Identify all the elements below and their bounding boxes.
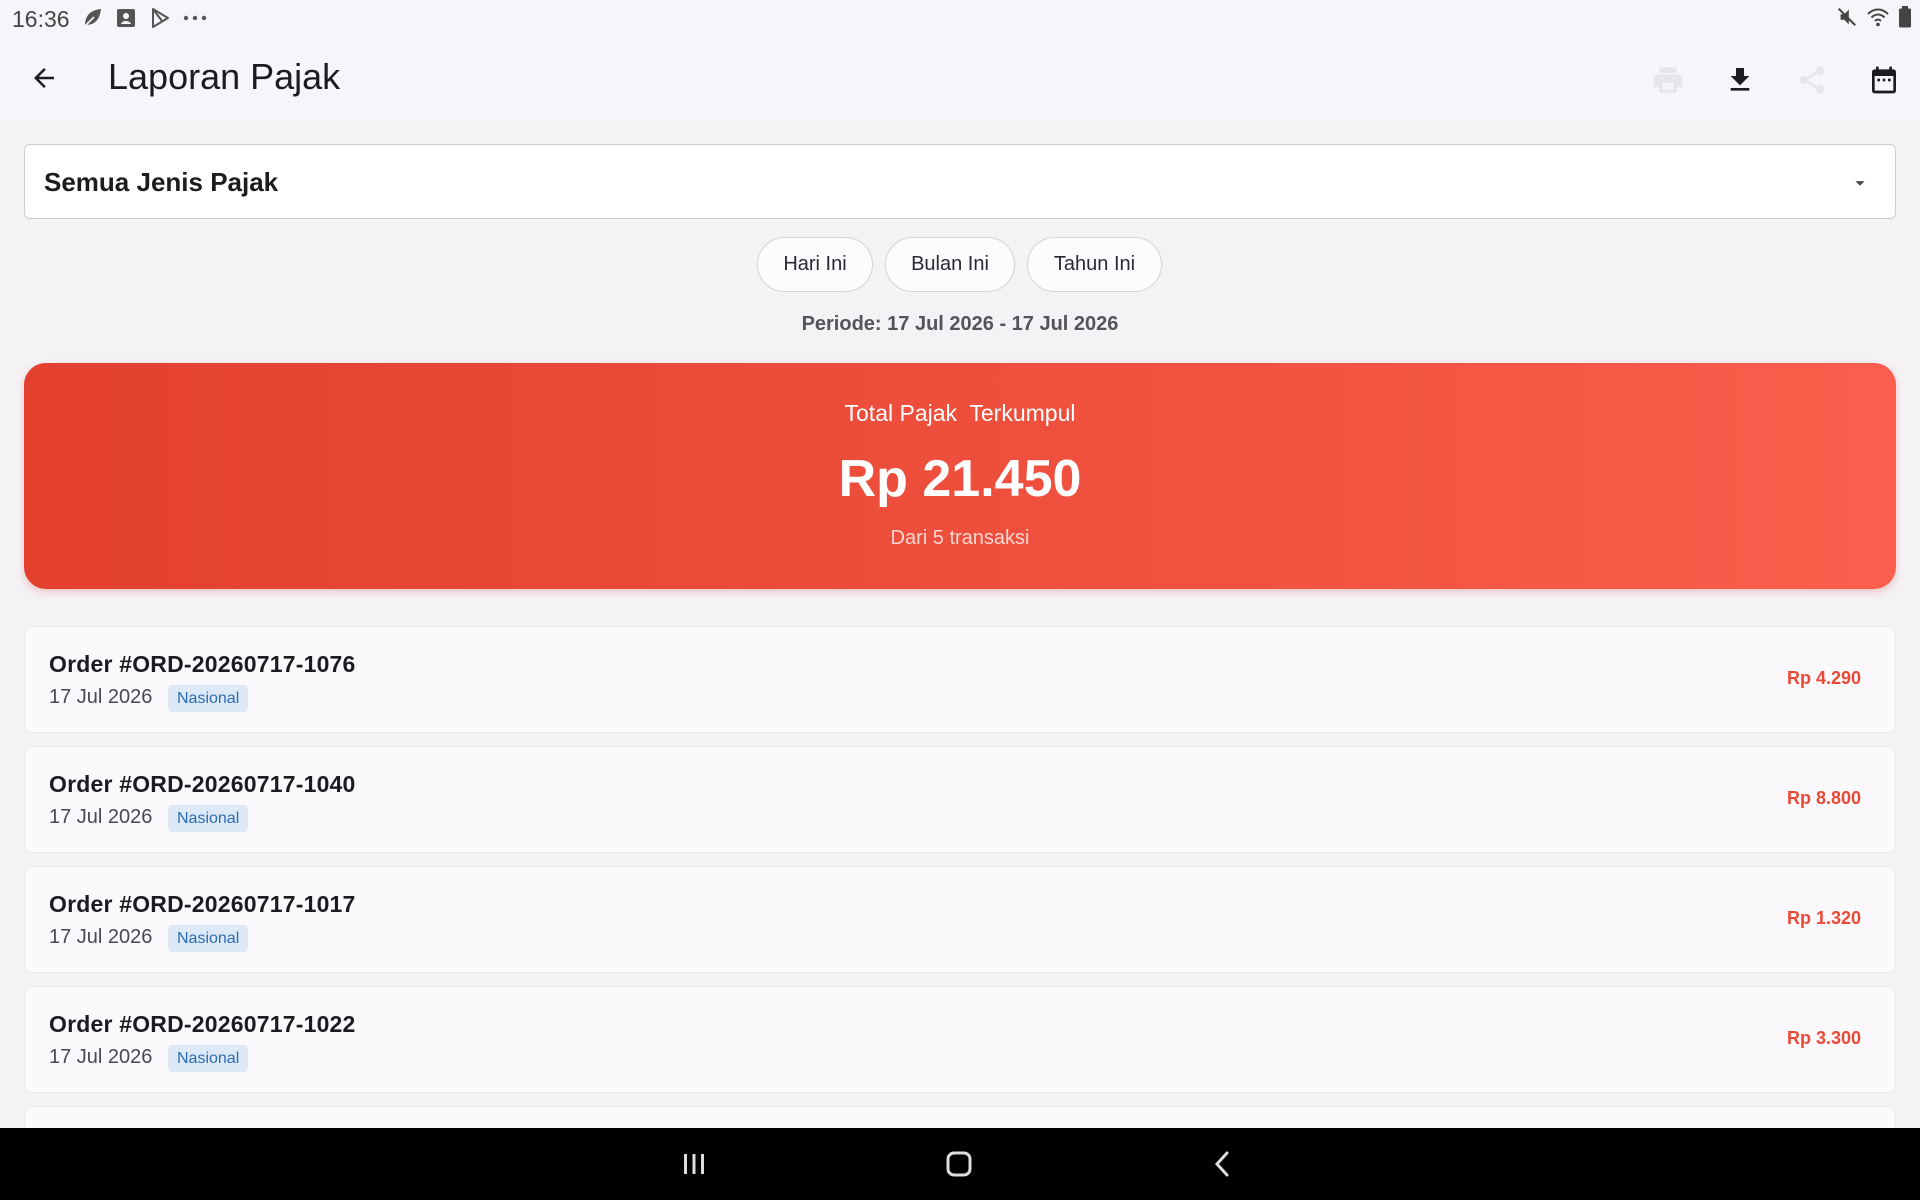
list-item[interactable]: Order #ORD-20260717-1040 17 Jul 2026 Nas…: [24, 746, 1896, 853]
back-nav-button[interactable]: [1202, 1146, 1242, 1182]
tax-type-badge: Nasional: [168, 805, 249, 832]
print-icon: [1653, 67, 1683, 93]
arrow-left-icon: [34, 68, 54, 88]
download-icon: [1730, 68, 1750, 91]
order-title: Order #ORD-20260717-1076: [49, 651, 356, 677]
chip-hari-ini[interactable]: Hari Ini: [757, 237, 873, 292]
image-notification-icon: [114, 6, 138, 35]
home-icon: [946, 1151, 972, 1177]
list-item[interactable]: Order #ORD-20260717-1022 17 Jul 2026 Nas…: [24, 986, 1896, 1093]
system-nav-bar: [0, 1128, 1920, 1200]
order-tax-amount: Rp 4.290: [1786, 668, 1861, 688]
tax-type-dropdown[interactable]: Semua Jenis Pajak: [24, 144, 1896, 219]
chip-tahun-ini[interactable]: Tahun Ini: [1027, 237, 1162, 292]
summary-transaction-count: Dari 5 transaksi: [890, 527, 1030, 549]
print-button[interactable]: [1646, 58, 1690, 102]
calendar-button[interactable]: [1862, 58, 1906, 102]
page-title: Laporan Pajak: [108, 56, 341, 97]
status-right-icons: [1836, 6, 1912, 33]
order-date: 17 Jul 2026: [49, 806, 153, 828]
order-date: 17 Jul 2026: [49, 1046, 153, 1068]
back-button[interactable]: [22, 56, 66, 100]
status-left-icons: [80, 6, 208, 35]
order-title: Order #ORD-20260717-1022: [49, 1011, 356, 1037]
tax-type-badge: Nasional: [168, 925, 249, 952]
order-title: Order #ORD-20260717-1040: [49, 771, 356, 797]
status-bar: 16:36: [0, 0, 1920, 38]
calendar-icon: [1872, 66, 1896, 94]
summary-label: Total Pajak Terkumpul: [844, 400, 1076, 426]
more-dots-icon: [182, 6, 208, 35]
mute-icon: [1836, 6, 1858, 33]
order-title: Order #ORD-20260717-1017: [49, 891, 356, 917]
battery-icon: [1898, 6, 1912, 33]
tax-type-badge: Nasional: [168, 1045, 249, 1072]
leaf-icon: [80, 6, 104, 35]
recents-button[interactable]: [674, 1146, 714, 1182]
summary-amount: Rp 21.450: [838, 450, 1082, 508]
order-tax-amount: Rp 8.800: [1786, 788, 1861, 808]
chevron-down-icon: [1849, 172, 1871, 199]
status-time: 16:36: [12, 6, 70, 32]
play-store-icon: [148, 6, 172, 35]
period-chips: Hari Ini Bulan Ini Tahun Ini: [0, 237, 1920, 293]
wifi-icon: [1866, 6, 1890, 33]
list-item[interactable]: Order #ORD-20260717-1017 17 Jul 2026 Nas…: [24, 866, 1896, 973]
order-tax-amount: Rp 3.300: [1786, 1028, 1861, 1048]
order-tax-amount: Rp 1.320: [1786, 908, 1861, 928]
share-icon: [1800, 66, 1824, 94]
order-date: 17 Jul 2026: [49, 926, 153, 948]
chip-bulan-ini[interactable]: Bulan Ini: [885, 237, 1015, 292]
download-button[interactable]: [1718, 58, 1762, 102]
app-bar: Laporan Pajak: [0, 38, 1920, 120]
list-item[interactable]: Order #ORD-20260717-1076 17 Jul 2026 Nas…: [24, 626, 1896, 733]
recents-icon: [684, 1154, 704, 1174]
period-label: Periode: 17 Jul 2026 - 17 Jul 2026: [801, 313, 1119, 335]
home-button[interactable]: [939, 1146, 979, 1182]
tax-type-badge: Nasional: [168, 685, 249, 712]
order-date: 17 Jul 2026: [49, 686, 153, 708]
tax-summary-card: Total Pajak Terkumpul Rp 21.450 Dari 5 t…: [24, 363, 1896, 589]
tax-type-selected: Semua Jenis Pajak: [44, 167, 279, 197]
share-button[interactable]: [1790, 58, 1834, 102]
back-nav-icon: [1214, 1151, 1229, 1177]
